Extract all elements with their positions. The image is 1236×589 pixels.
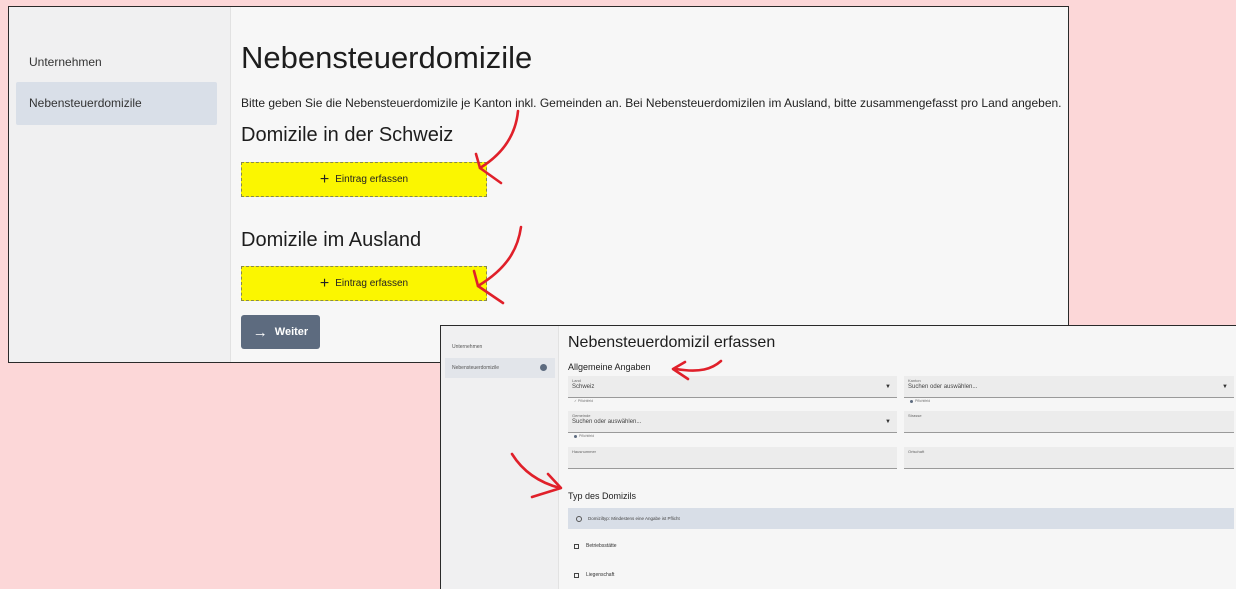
sidebar: Unternehmen Nebensteuerdomizile [441, 326, 559, 589]
weiter-label: Weiter [274, 326, 309, 338]
field-placeholder: Suchen oder auswählen... [572, 419, 642, 425]
info-text: Domiziltyp: Mindestens eine Angabe ist P… [588, 516, 680, 521]
arrow-right-icon: → [252, 323, 268, 341]
strasse-input[interactable]: Strasse [904, 411, 1234, 433]
field-label: Land [572, 378, 581, 383]
add-entry-ausland-button[interactable]: + Eintrag erfassen [241, 266, 487, 301]
section-heading-schweiz: Domizile in der Schweiz [241, 124, 454, 146]
plus-icon: + [319, 170, 330, 188]
checkbox-icon [574, 543, 579, 549]
dropdown-caret-icon: ▼ [885, 384, 891, 390]
add-entry-label: Eintrag erfassen [335, 278, 409, 289]
hausnummer-input[interactable]: Hausnummer [568, 447, 897, 469]
sidebar-item-unternehmen[interactable]: Unternehmen [16, 41, 217, 84]
sidebar-item-nebensteuerdomizile[interactable]: Nebensteuerdomizile [16, 82, 217, 125]
add-entry-label: Eintrag erfassen [335, 174, 409, 185]
checkbox-label: Betriebsstätte [586, 543, 617, 549]
field-label: Gemeinde [572, 413, 591, 418]
dropdown-caret-icon: ▼ [885, 419, 891, 425]
weiter-button[interactable]: → Weiter [241, 315, 320, 349]
gemeinde-select[interactable]: Gemeinde Suchen oder auswählen... ▼ [568, 411, 897, 433]
field-hint: ✓ Pflichtfeld [574, 399, 594, 403]
info-banner: Domiziltyp: Mindestens eine Angabe ist P… [568, 508, 1234, 529]
section-heading-general: Allgemeine Angaben [568, 362, 651, 372]
screenshot-nebensteuerdomizile-overview: Unternehmen Nebensteuerdomizile Nebenste… [8, 6, 1069, 363]
land-select[interactable]: Land Schweiz ▼ [568, 376, 897, 398]
info-icon [576, 515, 582, 522]
add-entry-schweiz-button[interactable]: + Eintrag erfassen [241, 162, 487, 197]
sidebar: Unternehmen Nebensteuerdomizile [9, 7, 231, 362]
field-value: Schweiz [572, 384, 595, 390]
field-placeholder: Suchen oder auswählen... [908, 384, 978, 390]
ortschaft-input[interactable]: Ortschaft [904, 447, 1234, 469]
sidebar-item-label: Nebensteuerdomizile [452, 365, 499, 371]
page-description: Bitte geben Sie die Nebensteuerdomizile … [241, 96, 1062, 110]
sidebar-item-nebensteuerdomizile[interactable]: Nebensteuerdomizile [445, 358, 555, 378]
kanton-select[interactable]: Kanton Suchen oder auswählen... ▼ [904, 376, 1234, 398]
section-heading-ausland: Domizile im Ausland [241, 229, 422, 251]
checkbox-icon [574, 572, 579, 578]
dropdown-caret-icon: ▼ [1222, 384, 1228, 390]
form-title: Nebensteuerdomizil erfassen [568, 334, 776, 351]
checkbox-label: Liegenschaft [586, 572, 615, 578]
field-label: Kanton [908, 378, 921, 383]
section-heading-type: Typ des Domizils [568, 491, 637, 501]
page-title: Nebensteuerdomizile [241, 40, 533, 75]
checkbox-betriebsstaette[interactable]: Betriebsstätte [574, 543, 617, 549]
sidebar-item-unternehmen[interactable]: Unternehmen [445, 337, 555, 357]
field-hint: Pflichtfeld [910, 399, 930, 403]
field-label: Strasse [908, 413, 922, 418]
status-dot-icon [540, 364, 547, 371]
plus-icon: + [319, 274, 330, 292]
field-label: Ortschaft [908, 449, 925, 454]
field-hint: Pflichtfeld [574, 434, 594, 438]
checkbox-liegenschaft[interactable]: Liegenschaft [574, 572, 614, 578]
screenshot-nebensteuerdomizil-form: Unternehmen Nebensteuerdomizile Nebenste… [440, 325, 1236, 589]
field-label: Hausnummer [572, 449, 597, 454]
